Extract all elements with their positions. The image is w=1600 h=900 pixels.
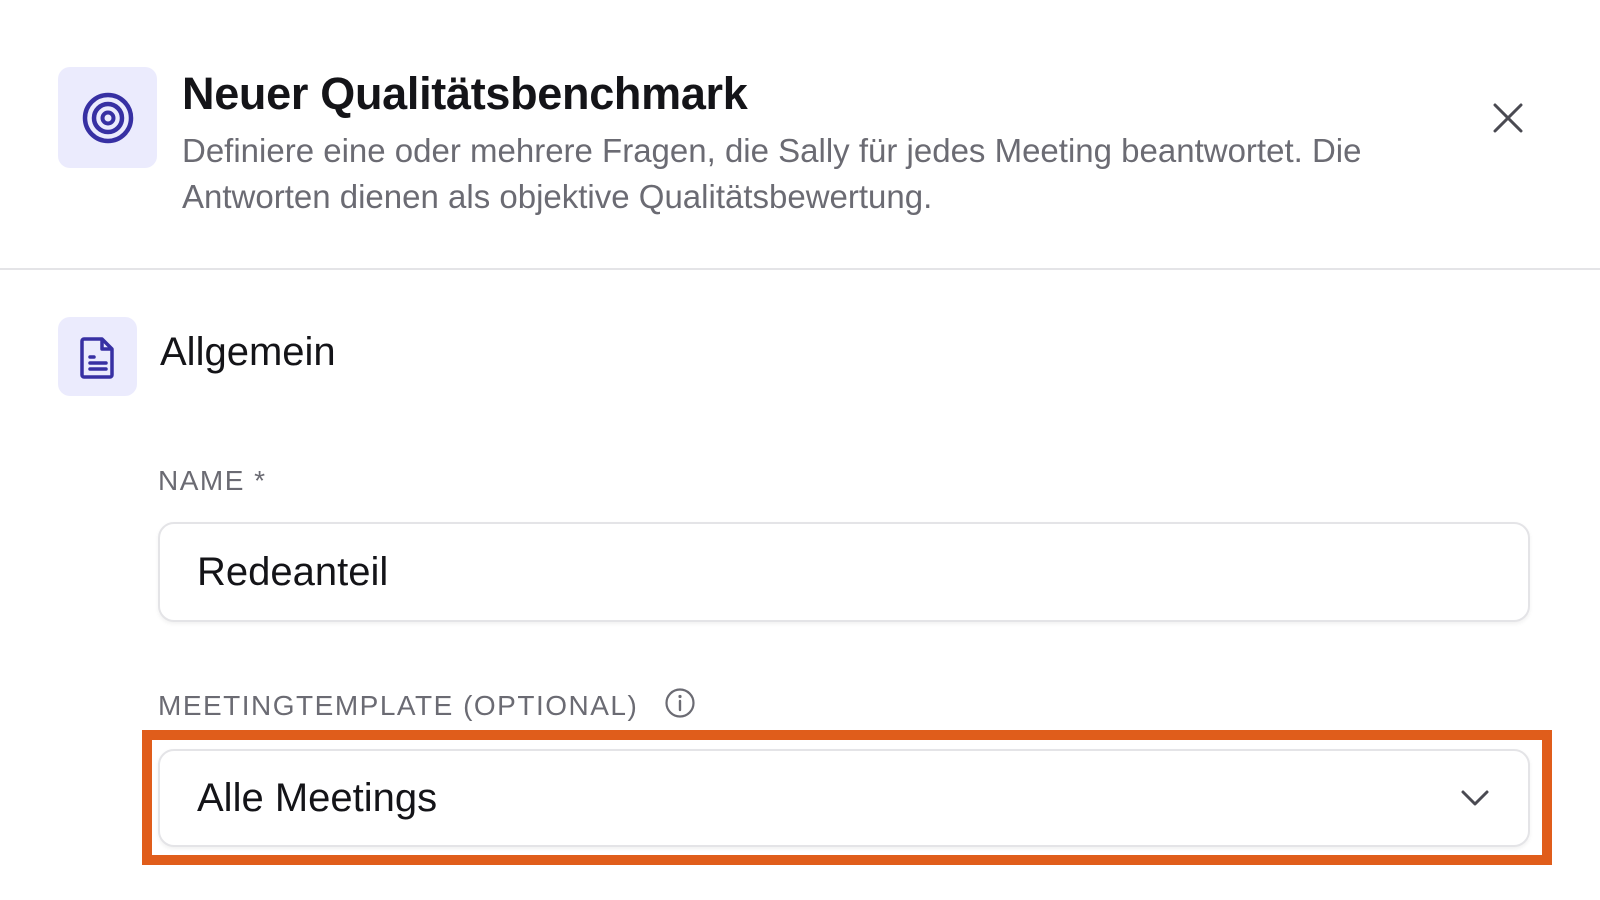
section-title: Allgemein bbox=[160, 330, 336, 374]
name-input[interactable]: Redeanteil bbox=[158, 522, 1530, 622]
dialog-header: Neuer Qualitätsbenchmark Definiere eine … bbox=[0, 0, 1600, 270]
meeting-template-selected: Alle Meetings bbox=[197, 775, 438, 820]
chevron-down-icon bbox=[1461, 790, 1489, 806]
close-icon bbox=[1493, 103, 1523, 133]
dialog-title: Neuer Qualitätsbenchmark bbox=[182, 68, 748, 119]
target-icon bbox=[58, 67, 157, 168]
template-label: MEETINGTEMPLATE (OPTIONAL) bbox=[158, 690, 639, 721]
close-button[interactable] bbox=[1488, 98, 1528, 138]
template-label-row: MEETINGTEMPLATE (OPTIONAL) bbox=[158, 687, 696, 722]
document-icon bbox=[58, 317, 137, 396]
info-icon[interactable] bbox=[664, 687, 696, 719]
meeting-template-select[interactable]: Alle Meetings bbox=[158, 749, 1530, 847]
dialog-description: Definiere eine oder mehrere Fragen, die … bbox=[182, 132, 1362, 215]
name-label: NAME * bbox=[158, 465, 267, 496]
name-input-value: Redeanteil bbox=[197, 549, 389, 594]
